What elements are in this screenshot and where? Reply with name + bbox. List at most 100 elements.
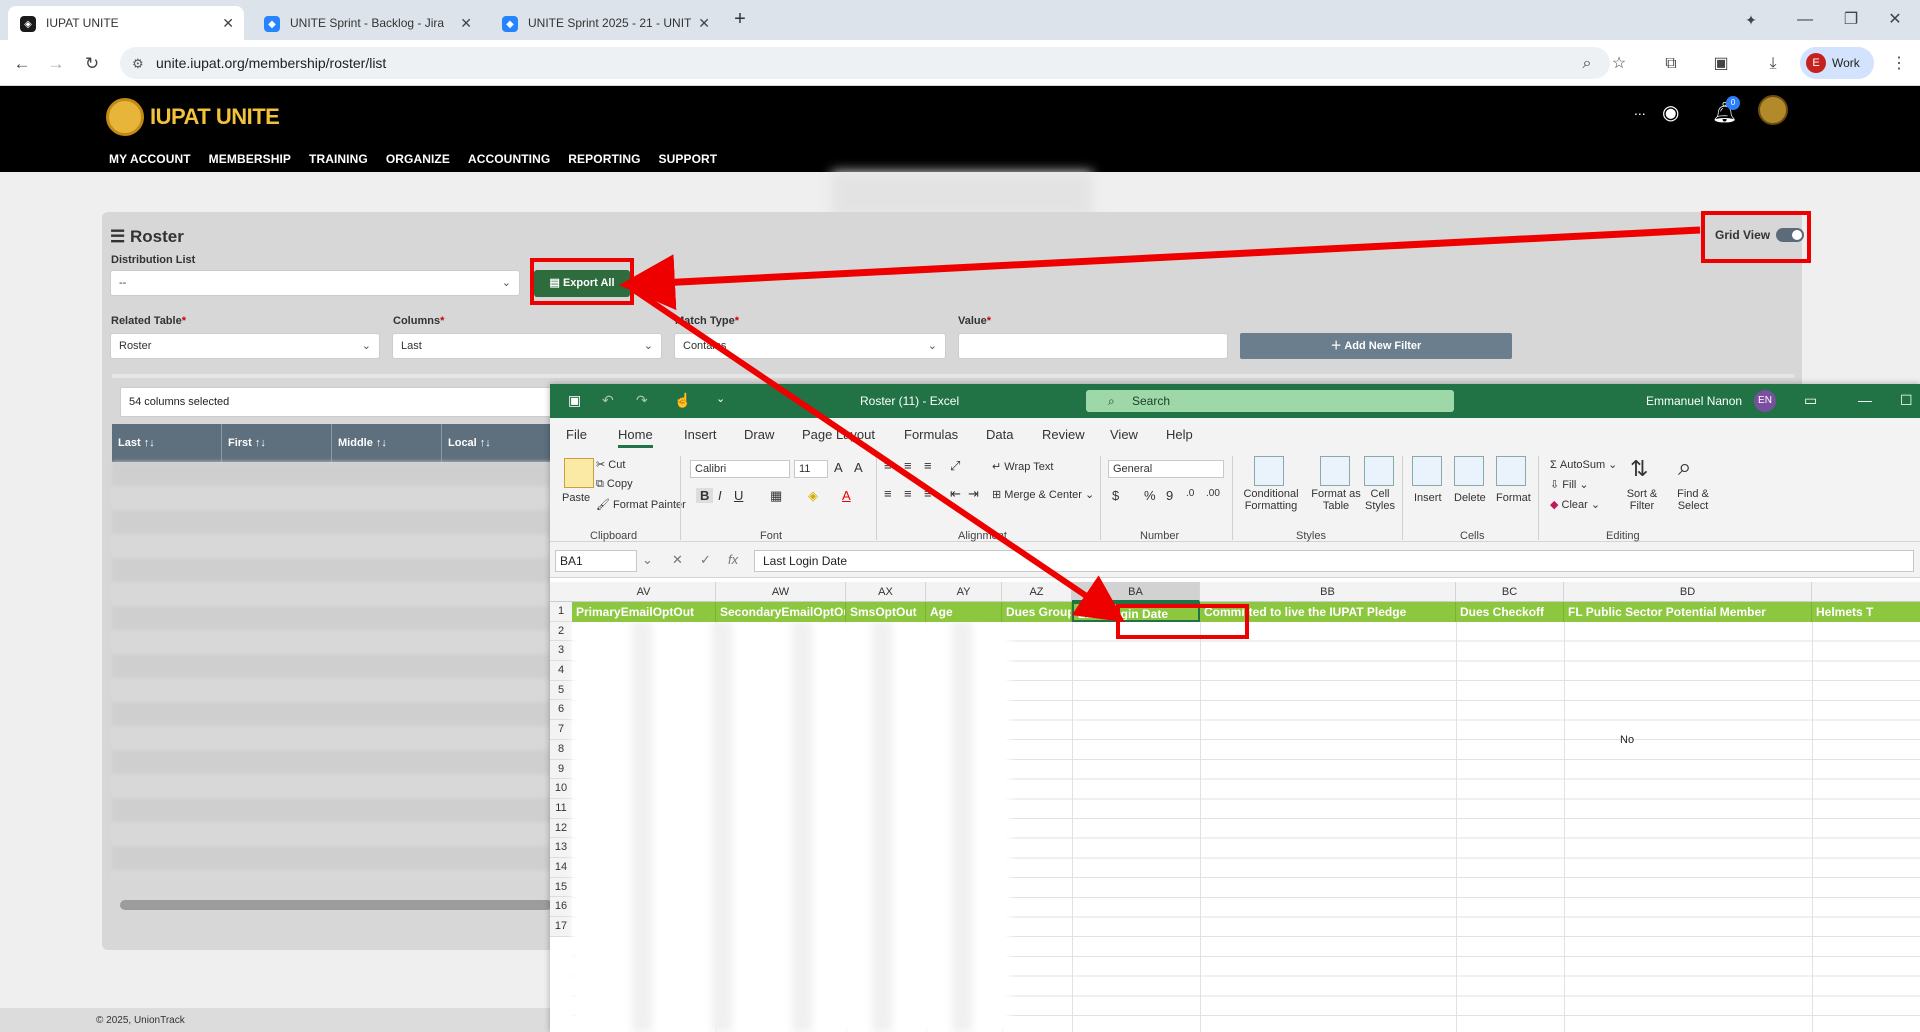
column-header-last[interactable]: Last ↑↓ [112, 424, 222, 462]
row-number-8[interactable]: 8 [550, 739, 572, 760]
columns-select[interactable]: Last ⌄ [392, 333, 662, 359]
header-cell-9[interactable]: Helmets T [1812, 602, 1920, 622]
conditional-formatting-button[interactable]: Conditional Formatting [1238, 488, 1304, 512]
column-letter-av[interactable]: AV [572, 582, 716, 602]
find-icon[interactable]: ⌕ [1678, 454, 1691, 482]
delete-cells-button[interactable]: Delete [1454, 492, 1486, 504]
tab-data[interactable]: Data [986, 427, 1013, 442]
decrease-decimal-icon[interactable]: .00 [1206, 488, 1220, 499]
tab-jira-backlog[interactable]: ◆ UNITE Sprint - Backlog - Jira ✕ [252, 6, 482, 40]
tab-jira-sprint[interactable]: ◆ UNITE Sprint 2025 - 21 - UNITE ✕ [490, 6, 720, 40]
column-letter-ay[interactable]: AY [926, 582, 1002, 602]
distribution-list-select[interactable]: -- ⌄ [110, 270, 520, 296]
match-type-select[interactable]: Contains ⌄ [674, 333, 946, 359]
row-number-14[interactable]: 14 [550, 857, 572, 878]
row-number-7[interactable]: 7 [550, 720, 572, 740]
nav-my-account[interactable]: MY ACCOUNT [109, 152, 191, 166]
tab-insert[interactable]: Insert [684, 427, 717, 442]
italic-icon[interactable]: I [718, 488, 722, 503]
borders-icon[interactable]: ▦ [770, 488, 782, 504]
format-cells-button[interactable]: Format [1496, 492, 1531, 504]
tab-help[interactable]: Help [1166, 427, 1193, 442]
comma-style-icon[interactable]: 9 [1166, 488, 1173, 503]
add-new-filter-button[interactable]: ＋ Add New Filter [1240, 333, 1512, 359]
column-letter-aw[interactable]: AW [716, 582, 846, 602]
row-number-6[interactable]: 6 [550, 700, 572, 721]
font-color-icon[interactable]: A [842, 488, 851, 503]
close-window-button[interactable]: ✕ [1880, 8, 1910, 32]
currency-icon[interactable]: $ [1112, 488, 1119, 503]
number-format-select[interactable]: General [1108, 460, 1224, 478]
row-number-5[interactable]: 5 [550, 680, 572, 701]
eye-icon[interactable]: ◉ [1662, 100, 1679, 125]
find-select-button[interactable]: Find & Select [1668, 488, 1718, 512]
row-number-1[interactable]: 1 [550, 602, 572, 622]
header-cell-0[interactable]: PrimaryEmailOptOut [572, 602, 716, 622]
header-cell-2[interactable]: SmsOptOut [846, 602, 926, 622]
row-number-10[interactable]: 10 [550, 779, 572, 799]
row-number-16[interactable]: 16 [550, 897, 572, 917]
cell-styles-icon[interactable] [1364, 456, 1394, 486]
cell-styles-button[interactable]: Cell Styles [1360, 488, 1400, 512]
column-letter-ba[interactable]: BA [1072, 582, 1200, 602]
close-tab-icon[interactable]: ✕ [222, 15, 234, 32]
bottom-align-icon[interactable]: ≡ [924, 458, 932, 473]
column-header-local[interactable]: Local ↑↓ [442, 424, 552, 462]
row-number-11[interactable]: 11 [550, 798, 572, 819]
fill-button[interactable]: ⇩ Fill ⌄ [1550, 478, 1589, 491]
browser-menu-icon[interactable]: ⋮ [1888, 53, 1910, 75]
format-as-table-icon[interactable] [1320, 456, 1350, 486]
nav-organize[interactable]: ORGANIZE [386, 152, 450, 166]
more-menu-icon[interactable]: ... [1634, 102, 1646, 118]
tab-formulas[interactable]: Formulas [904, 427, 958, 442]
tab-iupat-unite[interactable]: ◈ IUPAT UNITE ✕ [8, 6, 244, 40]
format-painter-button[interactable]: 🖌︎ Format Painter [596, 498, 686, 511]
download-icon[interactable]: ⤓ [1762, 53, 1784, 75]
merge-center-button[interactable]: ⊞ Merge & Center ⌄ [992, 488, 1094, 501]
decrease-font-icon[interactable]: A [854, 460, 863, 475]
tab-review[interactable]: Review [1042, 427, 1085, 442]
tab-view[interactable]: View [1110, 427, 1138, 442]
site-info-icon[interactable]: ⚙ [132, 56, 144, 72]
align-left-icon[interactable]: ≡ [884, 486, 892, 501]
fill-color-icon[interactable]: ◈ [808, 488, 818, 504]
decrease-indent-icon[interactable]: ⇤ [950, 486, 961, 502]
redo-icon[interactable]: ↷ [636, 392, 648, 409]
increase-decimal-icon[interactable]: .0 [1186, 488, 1194, 499]
save-icon[interactable]: ▣ [568, 392, 581, 409]
close-tab-icon[interactable]: ✕ [698, 15, 710, 32]
touch-mode-icon[interactable]: ☝ [674, 392, 691, 409]
cut-button[interactable]: ✂ Cut [596, 458, 625, 471]
related-table-select[interactable]: Roster ⌄ [110, 333, 380, 359]
paste-icon[interactable] [564, 458, 594, 488]
row-number-13[interactable]: 13 [550, 838, 572, 858]
excel-search-box[interactable]: ⌕ Search [1086, 390, 1454, 412]
profile-button[interactable]: E Work [1800, 47, 1874, 79]
format-cells-icon[interactable] [1496, 456, 1526, 486]
formula-input[interactable]: Last Login Date [754, 550, 1914, 572]
align-right-icon[interactable]: ≡ [924, 486, 932, 501]
increase-font-icon[interactable]: A [834, 460, 843, 475]
row-number-3[interactable]: 3 [550, 641, 572, 662]
middle-align-icon[interactable]: ≡ [904, 458, 912, 473]
orientation-icon[interactable]: ⤢ [950, 458, 960, 474]
minimize-button[interactable]: — [1858, 392, 1872, 408]
back-arrow-icon[interactable]: ← [8, 50, 36, 78]
user-avatar[interactable] [1758, 95, 1788, 125]
column-letter-az[interactable]: AZ [1002, 582, 1072, 602]
clear-button[interactable]: ◆ Clear ⌄ [1550, 498, 1600, 511]
ribbon-display-icon[interactable]: ▭ [1804, 392, 1817, 409]
row-number-2[interactable]: 2 [550, 621, 572, 642]
zoom-icon[interactable]: ⌕ [1576, 53, 1598, 75]
brand-logo[interactable]: IUPAT UNITE [106, 97, 280, 137]
tab-draw[interactable]: Draw [744, 427, 774, 442]
increase-indent-icon[interactable]: ⇥ [968, 486, 979, 502]
column-header-first[interactable]: First ↑↓ [222, 424, 332, 462]
percent-icon[interactable]: % [1144, 488, 1156, 503]
worksheet-grid[interactable]: AV AW AX AY AZ BA BB BC BD 1 2 3 4 5 6 7 8 9 10 11 12 13 14 15… [550, 578, 1920, 1032]
name-box[interactable]: BA1 [555, 550, 637, 572]
font-size-select[interactable]: 11 [794, 460, 828, 478]
row-number-15[interactable]: 15 [550, 877, 572, 898]
cancel-icon[interactable]: ✕ [672, 552, 683, 568]
new-tab-button[interactable]: + [728, 8, 752, 32]
